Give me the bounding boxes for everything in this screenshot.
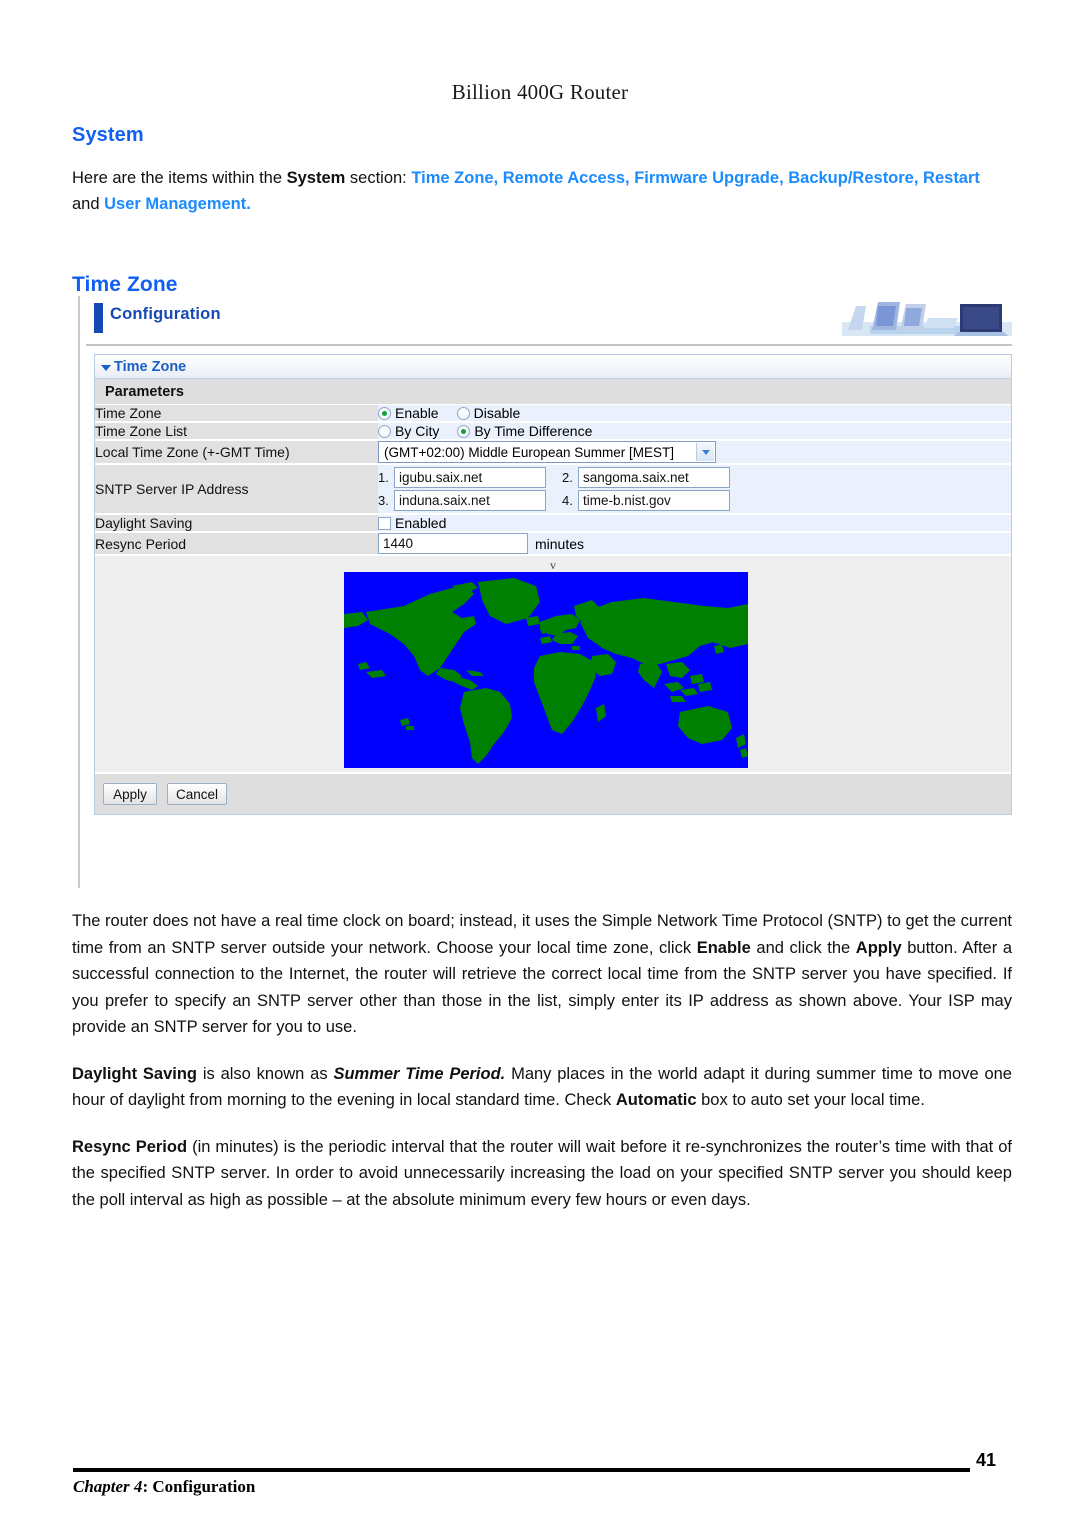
cancel-button[interactable]: Cancel [167,783,228,805]
p2-text-a: is also known as [197,1064,334,1083]
p3-bold-resync-period: Resync Period [72,1137,188,1156]
page-title: System [72,124,144,146]
resync-period-unit: minutes [535,535,585,552]
row-value-time-zone: Enable Disable [378,405,1011,423]
row-value-sntp-servers: 1. igubu.saix.net 2. sangoma.saix.net 3.… [378,464,1011,515]
p1-bold-apply: Apply [855,938,902,957]
configuration-header-bar: Configuration [86,296,1012,346]
p3-text-a: (in minutes) is the periodic interval th… [72,1137,1012,1209]
time-zone-panel-header[interactable]: Time Zone [95,355,1011,379]
table-row-time-zone-list: Time Zone List By City By Time Differenc… [95,422,1011,441]
time-zone-panel: Time Zone Parameters Time Zone Enable Di… [94,354,1012,815]
p2-italic-summer-time-period: Summer Time Period. [333,1064,506,1083]
prose-section: The router does not have a real time clo… [72,908,1012,1233]
triangle-down-icon[interactable] [101,364,111,371]
footer-rule [73,1468,970,1472]
radio-by-time-difference[interactable] [457,424,471,438]
p2-text-c: box to auto set your local time. [696,1091,925,1109]
resync-period-input[interactable]: 1440 [378,533,528,554]
table-row-daylight-saving: Daylight Saving Enabled [95,514,1011,533]
map-caret-glyph: v [550,558,556,572]
row-label-local-time-zone: Local Time Zone (+-GMT Time) [95,440,378,465]
row-label-resync-period: Resync Period [95,532,378,556]
chevron-down-icon[interactable] [696,443,714,461]
row-value-resync-period: 1440 minutes [378,532,1011,556]
footer-chapter-bold: Chapter 4 [73,1477,143,1496]
radio-label-by-time-difference: By Time Difference [474,423,593,439]
parameters-header: Parameters [95,379,1011,405]
intro-bold-system: System [286,169,346,187]
row-value-local-time-zone: (GMT+02:00) Middle European Summer [MEST… [378,440,1011,465]
running-head: Billion 400G Router [451,80,629,104]
router-ui-screenshot: Configuration Time Zone Parameters Time … [72,296,1012,888]
time-zone-panel-title: Time Zone [114,358,187,375]
radio-time-zone-enable[interactable] [378,406,391,420]
sntp-index-2: 2. [562,470,573,485]
p1-bold-enable: Enable [696,938,751,957]
apply-button[interactable]: Apply [103,783,157,805]
table-row-world-map: v [95,555,1011,774]
sntp-index-1: 1. [378,470,389,485]
row-label-daylight-saving: Daylight Saving [95,514,378,533]
paragraph-resync-period: Resync Period (in minutes) is the period… [72,1134,1012,1214]
radio-time-zone-disable[interactable] [456,406,470,420]
sntp-index-3: 3. [378,493,389,508]
p2-bold-automatic: Automatic [615,1091,697,1109]
row-value-daylight-saving: Enabled [378,514,1011,533]
row-label-time-zone: Time Zone [95,405,378,423]
radio-label-by-city: By City [395,423,440,439]
sntp-server-input-2[interactable]: sangoma.saix.net [578,467,730,488]
row-value-time-zone-list: By City By Time Difference [378,422,1011,441]
table-row-sntp-servers: SNTP Server IP Address 1. igubu.saix.net… [95,464,1011,515]
page-content-column: System Here are the items within the Sys… [72,124,1012,297]
local-time-zone-selected-value: (GMT+02:00) Middle European Summer [MEST… [384,444,674,460]
intro-link-user-management[interactable]: User Management. [104,195,251,213]
intro-paragraph: Here are the items within the System sec… [72,165,1012,217]
screenshot-left-rule [78,296,80,888]
parameters-table: Time Zone Enable Disable Time Zone List [95,405,1011,774]
sntp-server-input-4[interactable]: time-b.nist.gov [578,490,730,511]
configuration-title: Configuration [110,305,221,323]
intro-text-prefix: Here are the items within the [72,169,287,187]
p1-text-b: and click the [750,938,856,957]
world-map-cell: v [95,555,1011,774]
sntp-index-4: 4. [562,493,573,508]
subsection-title: Time Zone [72,273,178,296]
checkbox-daylight-saving-enabled[interactable] [378,516,391,530]
intro-link-restart[interactable]: Restart [923,169,980,187]
table-row-time-zone: Time Zone Enable Disable [95,405,1011,423]
radio-label-disable: Disable [473,405,521,421]
radio-by-city[interactable] [378,424,391,438]
paragraph-daylight-saving: Daylight Saving is also known as Summer … [72,1061,1012,1114]
laptop-monitor-illustration-icon [842,296,1012,340]
configuration-accent-bar [94,303,103,333]
row-label-time-zone-list: Time Zone List [95,422,378,441]
intro-link-group-1[interactable]: Time Zone, Remote Access, Firmware Upgra… [411,169,918,187]
checkbox-label-enabled: Enabled [395,515,447,531]
footer-chapter: Chapter 4: Configuration [73,1477,255,1497]
sntp-server-input-3[interactable]: induna.saix.net [394,490,546,511]
row-label-sntp-server: SNTP Server IP Address [95,464,378,515]
table-row-local-time-zone: Local Time Zone (+-GMT Time) (GMT+02:00)… [95,440,1011,465]
radio-label-enable: Enable [395,405,439,421]
page-number: 41 [976,1450,997,1470]
intro-text-and: and [72,195,105,213]
p2-bold-daylight-saving: Daylight Saving [72,1064,198,1083]
table-row-resync-period: Resync Period 1440 minutes [95,532,1011,556]
world-map-icon[interactable] [344,572,748,768]
footer-chapter-rest: : Configuration [142,1477,256,1496]
local-time-zone-select[interactable]: (GMT+02:00) Middle European Summer [MEST… [378,441,716,463]
intro-text-mid: section: [345,169,412,187]
sntp-server-input-1[interactable]: igubu.saix.net [394,467,546,488]
button-bar: Apply Cancel [95,774,1011,814]
paragraph-sntp-overview: The router does not have a real time clo… [72,908,1012,1041]
